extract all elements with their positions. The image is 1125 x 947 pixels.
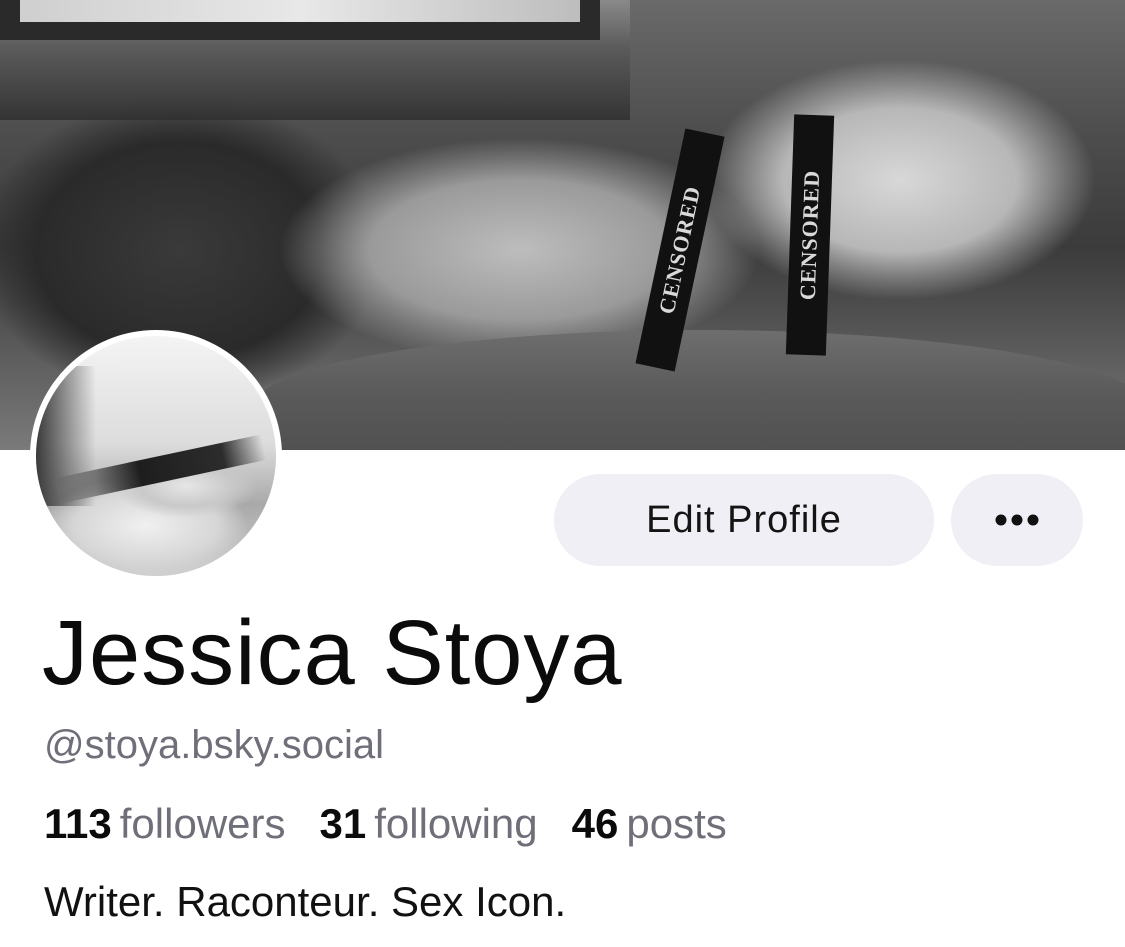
followers-count: 113 [44, 800, 112, 847]
more-options-button[interactable] [951, 474, 1083, 566]
profile-stats: 113 followers 31 following 46 posts [44, 796, 761, 852]
profile-bio: Writer. Raconteur. Sex Icon. [44, 878, 567, 925]
following-count: 31 [319, 800, 367, 847]
banner-censored-band: CENSORED [785, 114, 835, 356]
posts-stat: 46 posts [572, 796, 727, 852]
profile-handle: @stoya.bsky.social [44, 723, 384, 767]
avatar-image [36, 336, 276, 576]
following-label: following [374, 800, 538, 847]
posts-label: posts [626, 800, 727, 847]
posts-count: 46 [571, 800, 619, 847]
avatar[interactable] [30, 330, 282, 582]
profile-page: CENSORED CENSORED Edit Profile Jessica S… [0, 0, 1125, 947]
following-stat[interactable]: 31 following [320, 796, 538, 852]
banner-window-glass [20, 0, 580, 22]
edit-profile-button[interactable]: Edit Profile [554, 474, 934, 566]
followers-stat[interactable]: 113 followers [44, 796, 286, 852]
followers-label: followers [119, 800, 286, 847]
display-name: Jessica Stoya [42, 602, 623, 704]
ellipsis-icon [995, 514, 1039, 526]
banner-bedsheet [250, 330, 1125, 450]
